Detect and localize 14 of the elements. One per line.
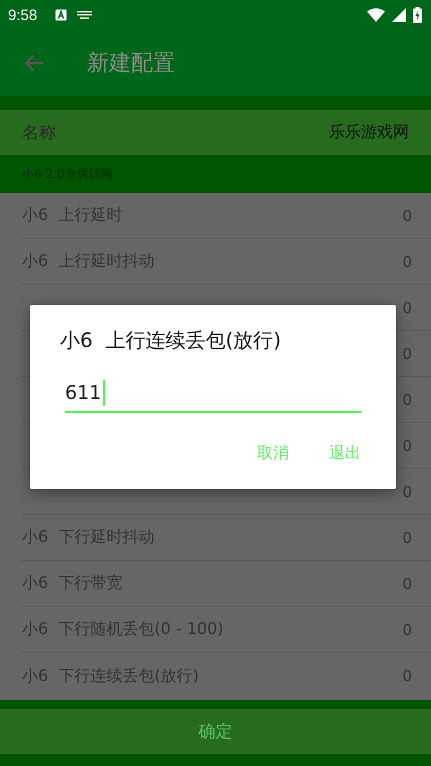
app-notification-icon <box>55 9 68 21</box>
wifi-icon <box>367 8 385 22</box>
battery-charging-icon <box>413 7 422 23</box>
name-value: 乐乐游戏网 <box>329 122 409 143</box>
keyboard-icon <box>77 11 92 19</box>
input-field[interactable]: 611 <box>65 375 361 413</box>
dialog-title: 小6 上行连续丢包(放行) <box>60 327 282 354</box>
page-title: 新建配置 <box>87 50 175 78</box>
name-row[interactable]: 名称 乐乐游戏网 <box>0 110 431 155</box>
signal-icon <box>392 8 406 22</box>
confirm-button[interactable]: 确定 <box>0 709 431 754</box>
name-label: 名称 <box>22 122 56 144</box>
back-arrow-icon[interactable] <box>24 54 44 72</box>
status-time: 9:58 <box>8 6 38 24</box>
